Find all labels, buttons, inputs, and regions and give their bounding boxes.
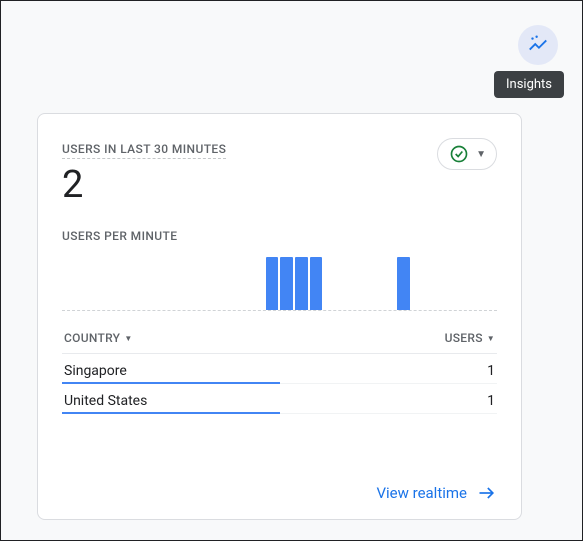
users-30-label: USERS IN LAST 30 MINUTES bbox=[62, 142, 226, 159]
table-row: United States 1 bbox=[62, 384, 497, 414]
chevron-down-icon: ▼ bbox=[487, 334, 495, 343]
arrow-right-icon bbox=[477, 483, 497, 503]
users-30-value: 2 bbox=[62, 163, 437, 207]
chart-bar bbox=[397, 257, 410, 310]
users-cell: 1 bbox=[487, 363, 495, 379]
chart-bar bbox=[295, 257, 308, 310]
users-header-label: USERS bbox=[445, 331, 483, 345]
users-per-minute-label: USERS PER MINUTE bbox=[62, 229, 497, 243]
users-cell: 1 bbox=[487, 393, 495, 409]
realtime-card: USERS IN LAST 30 MINUTES 2 ▼ USERS PER M… bbox=[37, 113, 522, 520]
users-column-header[interactable]: USERS ▼ bbox=[445, 331, 495, 345]
insights-icon bbox=[527, 34, 549, 56]
check-circle-icon bbox=[448, 143, 470, 165]
data-quality-dropdown[interactable]: ▼ bbox=[437, 138, 497, 170]
insights-tooltip: Insights bbox=[494, 71, 564, 98]
view-realtime-label: View realtime bbox=[376, 484, 467, 502]
users-per-minute-chart bbox=[62, 257, 497, 311]
country-cell: Singapore bbox=[64, 363, 127, 379]
chevron-down-icon: ▼ bbox=[124, 334, 132, 343]
table-row: Singapore 1 bbox=[62, 354, 497, 384]
row-bar bbox=[62, 412, 280, 414]
country-table-header: COUNTRY ▼ USERS ▼ bbox=[62, 331, 497, 354]
card-header: USERS IN LAST 30 MINUTES 2 ▼ bbox=[62, 138, 497, 207]
app-frame: Insights USERS IN LAST 30 MINUTES 2 ▼ US… bbox=[0, 0, 583, 541]
insights-button[interactable] bbox=[518, 25, 558, 65]
chart-bar bbox=[310, 257, 323, 310]
view-realtime-link[interactable]: View realtime bbox=[376, 469, 497, 503]
country-header-label: COUNTRY bbox=[64, 331, 120, 345]
chart-bar bbox=[280, 257, 293, 310]
chevron-down-icon: ▼ bbox=[476, 149, 486, 160]
country-column-header[interactable]: COUNTRY ▼ bbox=[64, 331, 133, 345]
users-30-block: USERS IN LAST 30 MINUTES 2 bbox=[62, 138, 437, 207]
country-cell: United States bbox=[64, 393, 147, 409]
chart-bar bbox=[266, 257, 279, 310]
country-table-body: Singapore 1 United States 1 bbox=[62, 354, 497, 414]
